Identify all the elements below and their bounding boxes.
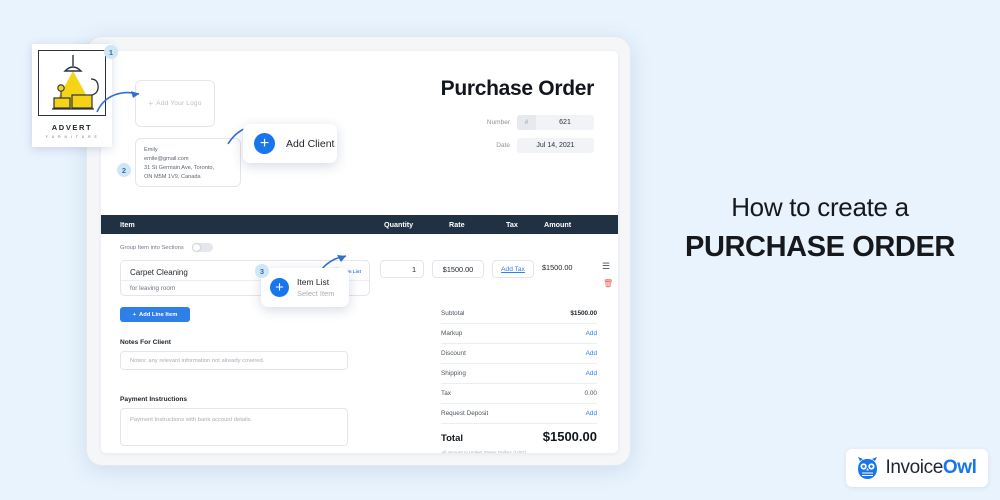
totals-row-markup[interactable]: Markup Add <box>441 324 597 344</box>
column-header-item: Item <box>120 220 135 229</box>
client-email: emile@gmail.com <box>144 156 189 163</box>
invoiceowl-wordmark: InvoiceOwl <box>885 457 976 479</box>
page-title: Purchase Order <box>440 77 595 100</box>
client-address-line1: 31 St Germain Ave, Toronto, <box>144 165 215 172</box>
add-tax-button[interactable]: Add Tax <box>492 260 534 278</box>
line-item-name: Carpet Cleaning <box>130 268 188 277</box>
owl-icon <box>858 456 878 479</box>
totals-value: 0.00 <box>584 390 597 397</box>
quantity-value: 1 <box>411 264 416 274</box>
notes-input[interactable]: Notes: any relevant information not alre… <box>120 351 348 370</box>
delete-row-icon[interactable]: 🗑 <box>603 280 613 288</box>
totals-label: Request Deposit <box>441 410 489 417</box>
group-items-label: Group Item into Sections <box>120 244 184 251</box>
number-label: Number <box>486 119 510 126</box>
callout-badge-3: 3 <box>255 264 269 278</box>
add-client-label: Add Client <box>286 137 335 150</box>
date-value: Jul 14, 2021 <box>536 142 575 149</box>
totals-label: Shipping <box>441 370 466 377</box>
total-value: $1500.00 <box>542 429 597 444</box>
payment-instructions-input[interactable]: Payment Instructions with bank account d… <box>120 408 348 446</box>
promo-headline: How to create a PURCHASE ORDER <box>660 192 980 264</box>
add-logo-label: Add Your Logo <box>156 100 202 107</box>
totals-row-total: Total $1500.00 <box>441 424 597 448</box>
totals-label: Subtotal <box>441 310 465 317</box>
column-header-tax: Tax <box>506 220 518 229</box>
currency-note: All amount in United States Dollars (USD… <box>441 450 527 453</box>
plus-icon: + <box>148 98 154 108</box>
totals-row-subtotal: Subtotal $1500.00 <box>441 304 597 324</box>
app-window: + Add Your Logo Purchase Order Number # … <box>86 36 631 466</box>
logo-text-owl: Owl <box>942 457 977 478</box>
drag-handle-icon[interactable]: ☰ <box>602 262 610 271</box>
group-items-toggle[interactable]: Group Item into Sections <box>120 243 213 252</box>
date-field-row: Date Jul 14, 2021 <box>496 138 594 153</box>
totals-value: $1500.00 <box>570 310 597 317</box>
column-header-amount: Amount <box>544 220 572 229</box>
number-field-row: Number # 621 <box>487 115 594 130</box>
quantity-input[interactable]: 1 <box>380 260 424 278</box>
totals-row-discount[interactable]: Discount Add <box>441 344 597 364</box>
item-list-tooltip[interactable]: + Item List Select Item <box>261 268 349 307</box>
number-value: 621 <box>559 119 571 126</box>
add-client-tooltip[interactable]: + Add Client <box>243 124 337 163</box>
amount-value: $1500.00 <box>542 263 573 272</box>
totals-add-link[interactable]: Add <box>586 350 597 357</box>
totals-label: Tax <box>441 390 451 397</box>
client-address-line2: ON M5M 1V9, Canada <box>144 174 201 181</box>
client-name: Emily <box>144 147 158 153</box>
totals-panel: Subtotal $1500.00 Markup Add Discount Ad… <box>441 304 597 453</box>
items-table-header: Item Quantity Rate Tax Amount <box>101 215 618 234</box>
hash-icon: # <box>517 115 536 130</box>
callout-badge-1: 1 <box>104 45 118 59</box>
add-line-item-label: Add Line Item <box>139 311 178 318</box>
item-list-subtitle: Select Item <box>297 289 335 298</box>
brand-name: ADVERT <box>51 123 93 132</box>
plus-icon: + <box>132 311 137 318</box>
brand-subtitle: F U R N I T U R E <box>45 135 99 139</box>
plus-circle-icon: + <box>254 133 275 154</box>
invoiceowl-logo: InvoiceOwl <box>846 449 988 487</box>
number-input[interactable]: # 621 <box>517 115 594 130</box>
plus-circle-icon: + <box>270 278 289 297</box>
date-label: Date <box>496 142 510 149</box>
headline-line-1: How to create a <box>731 192 909 222</box>
totals-add-link[interactable]: Add <box>586 370 597 377</box>
toggle-switch[interactable] <box>191 243 213 252</box>
totals-row-tax: Tax 0.00 <box>441 384 597 404</box>
line-item-description: for leaving room <box>130 285 176 292</box>
add-tax-link[interactable]: Add Tax <box>501 266 525 273</box>
totals-label: Discount <box>441 350 466 357</box>
add-logo-placeholder[interactable]: + Add Your Logo <box>135 80 215 127</box>
callout-badge-2: 2 <box>117 163 131 177</box>
totals-row-shipping[interactable]: Shipping Add <box>441 364 597 384</box>
rate-input[interactable]: $1500.00 <box>432 260 484 278</box>
totals-add-link[interactable]: Add <box>586 410 597 417</box>
brand-logo-card: ADVERT F U R N I T U R E <box>32 44 112 147</box>
purchase-order-document: + Add Your Logo Purchase Order Number # … <box>101 51 618 453</box>
totals-row-request-deposit[interactable]: Request Deposit Add <box>441 404 597 424</box>
add-line-item-button[interactable]: + Add Line Item <box>120 307 190 322</box>
screenshot-root: + Add Your Logo Purchase Order Number # … <box>0 0 1000 500</box>
logo-text-invoice: Invoice <box>885 457 943 478</box>
total-label: Total <box>441 433 463 444</box>
totals-add-link[interactable]: Add <box>586 330 597 337</box>
item-list-tooltip-text: Item List Select Item <box>297 277 335 298</box>
date-input[interactable]: Jul 14, 2021 <box>517 138 594 153</box>
column-header-rate: Rate <box>449 220 465 229</box>
column-header-quantity: Quantity <box>384 220 414 229</box>
lamp-furniture-svg <box>52 55 99 110</box>
totals-label: Markup <box>441 330 463 337</box>
rate-value: $1500.00 <box>442 264 474 274</box>
notes-label: Notes For Client <box>120 339 171 346</box>
headline-line-2: PURCHASE ORDER <box>685 231 955 263</box>
furniture-lamp-illustration <box>38 50 106 116</box>
client-card[interactable]: Emily emile@gmail.com 31 St Germain Ave,… <box>135 138 241 187</box>
item-list-title: Item List <box>297 277 330 287</box>
payment-instructions-label: Payment Instructions <box>120 396 188 403</box>
